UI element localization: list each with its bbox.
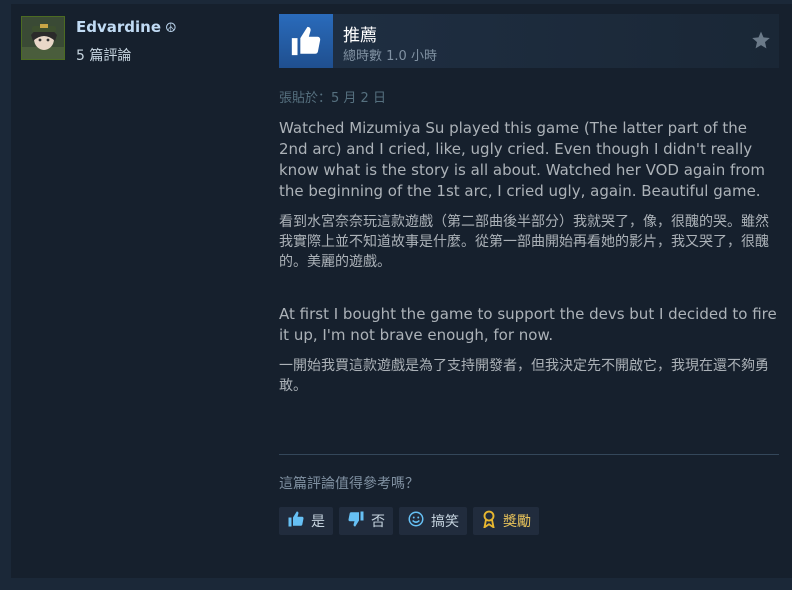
thumbs-up-icon (287, 510, 305, 532)
thumbs-down-icon (347, 510, 365, 532)
vote-funny-button[interactable]: 搞笑 (399, 507, 467, 535)
smiley-icon (407, 510, 425, 532)
hours-played: 總時數 1.0 小時 (343, 49, 437, 64)
review-card: Edvardine ☮ 5 篇評論 推薦 總時數 1.0 小時 張貼於：5 月 2… (11, 4, 792, 578)
thumbs-up-icon (279, 14, 333, 68)
peace-icon: ☮ (165, 21, 177, 36)
review-text-en-2: At first I bought the game to support th… (279, 305, 777, 344)
award-label: 獎勵 (503, 514, 531, 530)
award-button[interactable]: 獎勵 (473, 507, 539, 535)
review-text-en-1: Watched Mizumiya Su played this game (Th… (279, 119, 765, 200)
review-count[interactable]: 5 篇評論 (76, 45, 131, 65)
review-author: Edvardine ☮ 5 篇評論 (21, 16, 276, 76)
helpful-question: 這篇評論值得參考嗎？ (279, 476, 419, 492)
author-name[interactable]: Edvardine ☮ (76, 18, 177, 36)
vote-funny-label: 搞笑 (431, 514, 459, 530)
vote-no-label: 否 (371, 514, 385, 530)
vote-yes-label: 是 (311, 514, 325, 530)
author-name-text[interactable]: Edvardine (76, 18, 161, 36)
vote-header[interactable]: 推薦 總時數 1.0 小時 (279, 14, 779, 68)
vote-yes-button[interactable]: 是 (279, 507, 333, 535)
rating-controls: 是 否 搞笑 獎勵 (279, 507, 539, 535)
review-body: Watched Mizumiya Su played this game (Th… (279, 118, 779, 396)
review-text-zh-2: 一開始我買這款遊戲是為了支持開發者，但我決定先不開啟它，我現在還不夠勇敢。 (279, 358, 769, 394)
award-icon (481, 510, 497, 532)
star-icon (751, 30, 771, 54)
review-text-zh-1: 看到水宮奈奈玩這款遊戲（第二部曲後半部分）我就哭了，像，很醜的哭。雖然我實際上並… (279, 214, 769, 270)
avatar[interactable] (21, 16, 65, 60)
recommendation-label[interactable]: 推薦 (343, 21, 377, 46)
divider (279, 454, 779, 455)
posted-date: 張貼於：5 月 2 日 (279, 91, 386, 106)
page-bottom-strip (0, 578, 792, 590)
vote-no-button[interactable]: 否 (339, 507, 393, 535)
